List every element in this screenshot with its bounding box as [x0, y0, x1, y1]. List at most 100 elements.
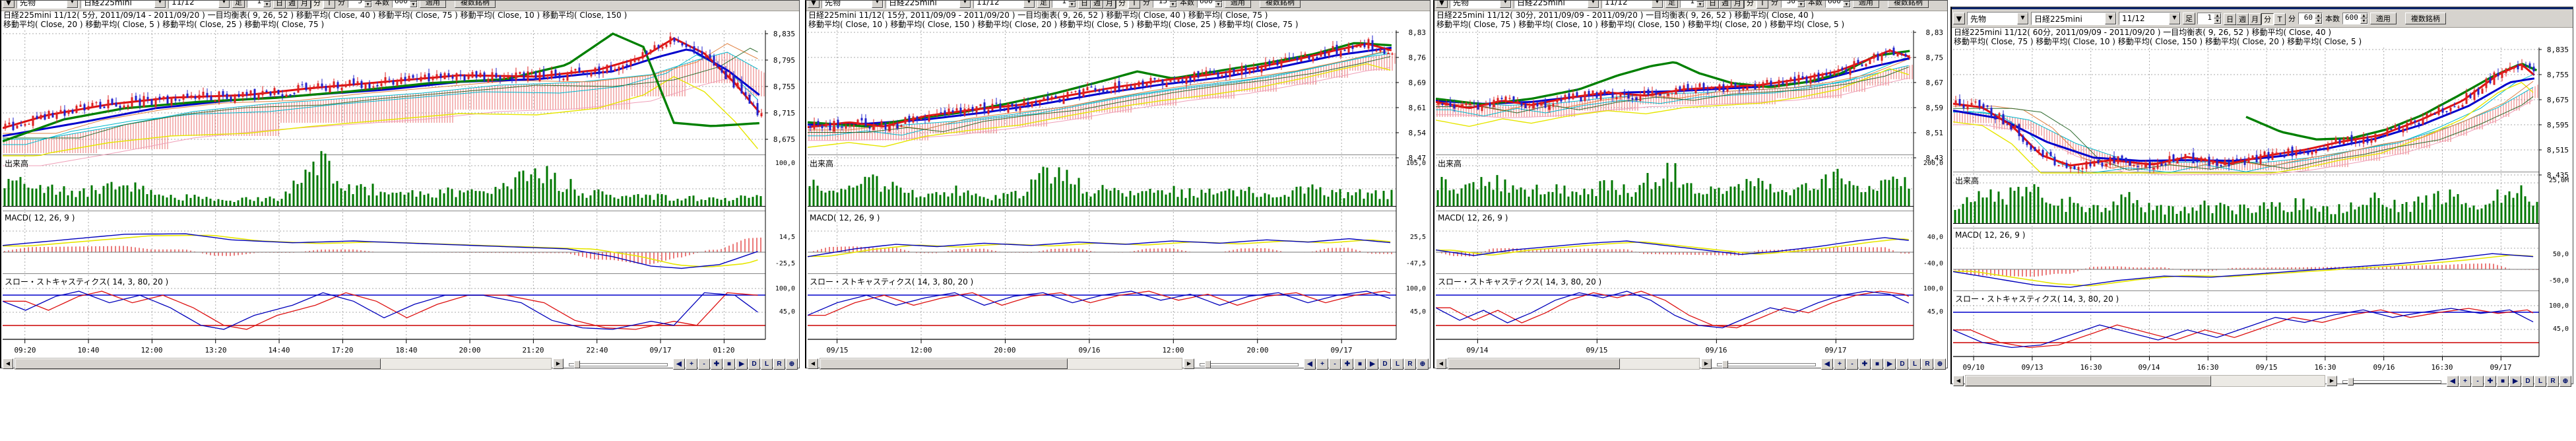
period-button-T[interactable]: T [1128, 1, 1140, 9]
nav-button-1[interactable]: + [1834, 358, 1846, 370]
nav-button-7[interactable]: L [1909, 358, 1921, 370]
spinner-arrows-icon[interactable]: ▲▼ [1068, 1, 1076, 7]
spinner-arrows-icon[interactable]: ▲▼ [1696, 1, 1704, 7]
period-button-分[interactable]: 分 [1744, 1, 1756, 9]
nav-button-9[interactable]: ⊕ [1934, 358, 1946, 370]
pair-dropdown[interactable]: 先物 ▼ [1967, 12, 2029, 25]
chevron-down-icon[interactable]: ▼ [154, 1, 166, 8]
chevron-down-icon[interactable]: ▼ [67, 1, 78, 8]
nav-button-2[interactable]: - [1846, 358, 1858, 370]
slider-handle[interactable] [1722, 360, 1728, 368]
period-button-日[interactable]: 日 [1706, 1, 1719, 9]
zoom-slider[interactable] [2342, 378, 2441, 384]
pair-dropdown[interactable]: 先物 ▼ [821, 1, 884, 9]
minutes-stepper[interactable]: 15 ▲▼ [1153, 1, 1177, 8]
nav-button-0[interactable]: ◀ [1304, 358, 1316, 370]
minutes-stepper[interactable]: 60 ▲▼ [2298, 13, 2323, 24]
period-button-週[interactable]: 週 [2236, 13, 2249, 25]
period-button-月[interactable]: 月 [2249, 13, 2261, 25]
ashi-button[interactable]: 足 [232, 1, 245, 8]
chevron-down-icon[interactable]: ▼ [1953, 13, 1965, 24]
period-button-日[interactable]: 日 [273, 1, 286, 9]
nav-button-8[interactable]: R [773, 358, 785, 370]
spinner-arrows-icon[interactable]: ▲▼ [1215, 1, 1222, 7]
ashi-stepper[interactable]: 1 ▲▼ [247, 1, 271, 8]
multi-symbol-button[interactable]: 複数銘柄 [1888, 1, 1929, 8]
period-button-分[interactable]: 分 [1116, 1, 1128, 9]
period-button-月[interactable]: 月 [1731, 1, 1744, 9]
horizontal-scrollbar[interactable] [820, 358, 1182, 370]
contract-dropdown[interactable]: 11/12 ▼ [2119, 12, 2181, 25]
scroll-left-icon[interactable]: ◀ [1436, 358, 1446, 369]
spinner-arrows-icon[interactable]: ▲▼ [2214, 13, 2221, 24]
contract-dropdown[interactable]: 11/12 ▼ [168, 1, 230, 9]
period-button-分[interactable]: 分 [2261, 13, 2274, 25]
nav-button-0[interactable]: ◀ [2447, 376, 2459, 387]
nav-button-9[interactable]: ⊕ [1417, 358, 1429, 370]
horizontal-scrollbar[interactable] [1965, 375, 2325, 387]
contract-dropdown[interactable]: 11/12 ▼ [973, 1, 1035, 9]
symbol-dropdown[interactable]: 日経225mini ▼ [2031, 12, 2117, 25]
scroll-right-icon[interactable]: ▶ [1184, 358, 1194, 369]
nav-button-7[interactable]: L [761, 358, 773, 370]
apply-button[interactable]: 適用 [1853, 1, 1879, 8]
nav-button-0[interactable]: ◀ [1821, 358, 1833, 370]
zoom-slider[interactable] [1717, 360, 1816, 367]
nav-button-0[interactable]: ◀ [673, 358, 685, 370]
multi-symbol-button[interactable]: 複数銘柄 [1260, 1, 1301, 8]
bars-stepper[interactable]: 600 ▲▼ [392, 1, 418, 8]
scrollbar-thumb[interactable] [1966, 376, 2211, 386]
spinner-arrows-icon[interactable]: ▲▼ [1169, 1, 1176, 7]
pair-dropdown[interactable]: 先物 ▼ [16, 1, 79, 9]
nav-button-4[interactable]: ■ [2497, 376, 2509, 387]
apply-button[interactable]: 適用 [420, 1, 446, 8]
scroll-left-icon[interactable]: ◀ [1953, 376, 1964, 386]
nav-button-7[interactable]: L [1392, 358, 1403, 370]
nav-button-4[interactable]: ■ [723, 358, 735, 370]
multi-symbol-button[interactable]: 複数銘柄 [2405, 13, 2446, 24]
bars-stepper[interactable]: 600 ▲▼ [1825, 1, 1851, 8]
minutes-stepper[interactable]: 5 ▲▼ [348, 1, 372, 8]
minutes-stepper[interactable]: 30 ▲▼ [1781, 1, 1805, 8]
chevron-down-icon[interactable]: ▼ [2105, 13, 2116, 24]
bars-stepper[interactable]: 600 ▲▼ [2342, 13, 2368, 24]
nav-button-8[interactable]: R [2547, 376, 2559, 387]
nav-button-4[interactable]: ■ [1354, 358, 1366, 370]
chevron-down-icon[interactable]: ▼ [3, 1, 15, 8]
nav-button-5[interactable]: ▶ [1884, 358, 1896, 370]
contract-dropdown[interactable]: 11/12 ▼ [1601, 1, 1663, 9]
nav-button-1[interactable]: + [1316, 358, 1328, 370]
period-button-T[interactable]: T [1756, 1, 1768, 9]
nav-button-2[interactable]: - [698, 358, 710, 370]
period-button-T[interactable]: T [2274, 13, 2286, 25]
nav-button-2[interactable]: - [1329, 358, 1341, 370]
horizontal-scrollbar[interactable] [15, 358, 552, 370]
nav-button-9[interactable]: ⊕ [786, 358, 798, 370]
scroll-right-icon[interactable]: ▶ [2327, 376, 2337, 386]
scroll-left-icon[interactable]: ◀ [808, 358, 818, 369]
nav-button-4[interactable]: ■ [1871, 358, 1883, 370]
period-button-月[interactable]: 月 [298, 1, 311, 9]
chevron-down-icon[interactable]: ▼ [1023, 1, 1035, 8]
spinner-arrows-icon[interactable]: ▲▼ [2315, 13, 2322, 24]
spinner-arrows-icon[interactable]: ▲▼ [1797, 1, 1805, 7]
spinner-arrows-icon[interactable]: ▲▼ [410, 1, 417, 7]
apply-button[interactable]: 適用 [2370, 13, 2397, 24]
nav-button-2[interactable]: - [2472, 376, 2484, 387]
period-button-週[interactable]: 週 [1719, 1, 1731, 9]
slider-handle[interactable] [2348, 378, 2354, 386]
scrollbar-thumb[interactable] [15, 358, 381, 369]
period-button-月[interactable]: 月 [1103, 1, 1116, 9]
ashi-button[interactable]: 足 [2183, 13, 2195, 24]
nav-button-3[interactable]: ✚ [711, 358, 723, 370]
nav-button-5[interactable]: ▶ [736, 358, 748, 370]
slider-handle[interactable] [574, 360, 580, 368]
spinner-arrows-icon[interactable]: ▲▼ [1843, 1, 1850, 7]
chevron-down-icon[interactable]: ▼ [2169, 13, 2180, 24]
nav-button-8[interactable]: R [1921, 358, 1933, 370]
spinner-arrows-icon[interactable]: ▲▼ [2360, 13, 2367, 24]
bars-stepper[interactable]: 600 ▲▼ [1197, 1, 1223, 8]
nav-button-3[interactable]: ✚ [2484, 376, 2496, 387]
zoom-slider[interactable] [1200, 360, 1299, 367]
nav-button-5[interactable]: ▶ [2509, 376, 2521, 387]
